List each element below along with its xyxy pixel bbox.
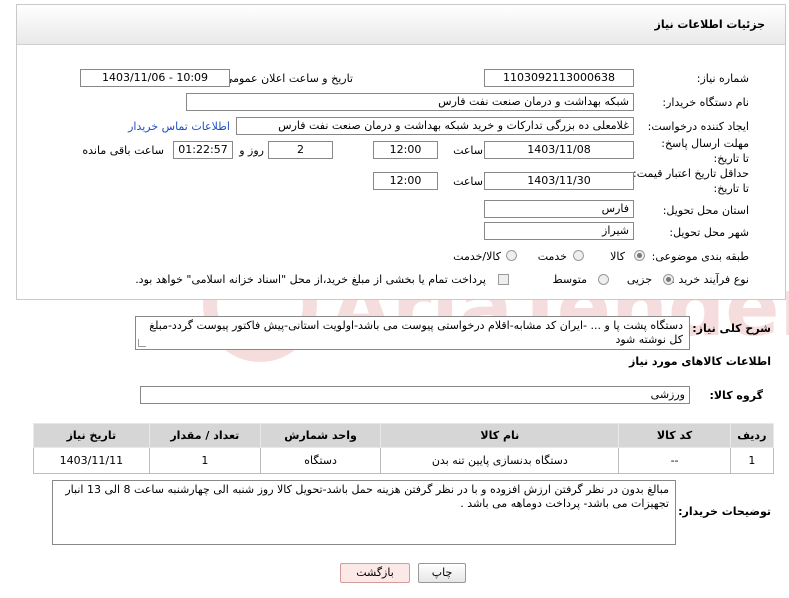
buyer-org-field: شبکه بهداشت و درمان صنعت نفت فارس [186,93,634,111]
treasury-payment-checkbox[interactable] [498,274,509,285]
requester-label: ایجاد کننده درخواست: [647,120,749,133]
category-option-goods-service: کالا/خدمت [453,250,501,263]
goods-group-label: گروه کالا: [709,389,763,402]
category-radio-goods[interactable] [634,250,645,261]
cell-row: 1 [729,447,775,474]
purchase-option-medium: متوسط [552,273,587,286]
reply-deadline-label: مهلت ارسال پاسخ: تا تاریخ: [661,137,749,165]
delivery-province-label: استان محل تحویل: [662,204,749,217]
need-number-field: 1103092113000638 [484,69,634,87]
buyer-contact-link[interactable]: اطلاعات تماس خریدار [128,120,230,133]
purchase-radio-minor[interactable] [663,274,674,285]
col-name: نام کالا [380,423,620,448]
reply-deadline-date: 1403/11/08 [484,141,634,159]
buyer-notes-label: توضیحات خریدار: [678,505,771,518]
reply-time-label: ساعت [453,144,483,157]
description-label: شرح کلی نیاز: [692,322,771,335]
buyer-notes-text: مبالغ بدون در نظر گرفتن ارزش افزوده و با… [65,483,669,510]
announce-datetime-label: تاریخ و ساعت اعلان عمومی: [220,72,353,85]
delivery-city-field: شیراز [484,222,634,240]
cell-name: دستگاه بدنسازی پایین تنه بدن [380,447,620,474]
purchase-radio-medium[interactable] [598,274,609,285]
cell-code: -- [618,447,731,474]
back-button[interactable]: بازگشت [340,563,410,583]
remaining-time-field: 01:22:57 [173,141,233,159]
purchase-type-label: نوع فرآیند خرید : [671,273,749,286]
announce-datetime-field: 1403/11/06 - 10:09 [80,69,230,87]
panel-header: جزئیات اطلاعات نیاز [17,5,785,45]
price-validity-time-label: ساعت [453,175,483,188]
description-textarea: دستگاه پشت پا و ... -ایران کد مشابه-اقلا… [135,316,690,350]
delivery-province-field: فارس [484,200,634,218]
reply-days-field: 2 [268,141,333,159]
panel-title: جزئیات اطلاعات نیاز [654,18,766,31]
col-unit: واحد شمارش [259,423,382,448]
price-validity-date: 1403/11/30 [484,172,634,190]
table-row: 1 -- دستگاه بدنسازی پایین تنه بدن دستگاه… [33,447,775,474]
reply-deadline-time: 12:00 [373,141,438,159]
price-validity-label: حداقل تاریخ اعتبار قیمت: تا تاریخ: [633,167,749,195]
goods-info-title: اطلاعات کالاهای مورد نیاز [629,355,771,368]
treasury-payment-note: پرداخت تمام یا بخشی از مبلغ خرید،از محل … [135,273,486,286]
reply-days-label: روز و [239,144,264,157]
resize-handle-icon[interactable] [138,339,146,347]
col-row: ردیف [729,423,775,448]
need-number-label: شماره نیاز: [696,72,749,85]
purchase-option-minor: جزیی [626,273,652,286]
price-validity-time: 12:00 [373,172,438,190]
cell-date: 1403/11/11 [33,447,150,474]
category-label: طبقه بندی موضوعی: [651,250,749,263]
category-radio-goods-service[interactable] [506,250,517,261]
items-table: ردیف کد کالا نام کالا واحد شمارش تعداد /… [33,423,775,474]
col-qty: تعداد / مقدار [148,423,261,448]
requester-field: غلامعلی ده بزرگی تدارکات و خرید شبکه بهد… [236,117,634,135]
print-button[interactable]: چاپ [418,563,466,583]
goods-group-field: ورزشی [140,386,690,404]
items-table-header: ردیف کد کالا نام کالا واحد شمارش تعداد /… [33,423,775,448]
col-date: تاریخ نیاز [33,423,150,448]
category-option-service: خدمت [537,250,567,263]
delivery-city-label: شهر محل تحویل: [669,226,749,239]
buyer-org-label: نام دستگاه خریدار: [662,96,749,109]
remaining-time-label: ساعت باقی مانده [82,144,164,157]
category-option-goods: کالا [610,250,625,263]
category-radio-service[interactable] [573,250,584,261]
description-text: دستگاه پشت پا و ... -ایران کد مشابه-اقلا… [149,319,683,346]
cell-unit: دستگاه [259,447,382,474]
buyer-notes-textarea: مبالغ بدون در نظر گرفتن ارزش افزوده و با… [52,480,676,545]
cell-qty: 1 [148,447,261,474]
col-code: کد کالا [618,423,731,448]
